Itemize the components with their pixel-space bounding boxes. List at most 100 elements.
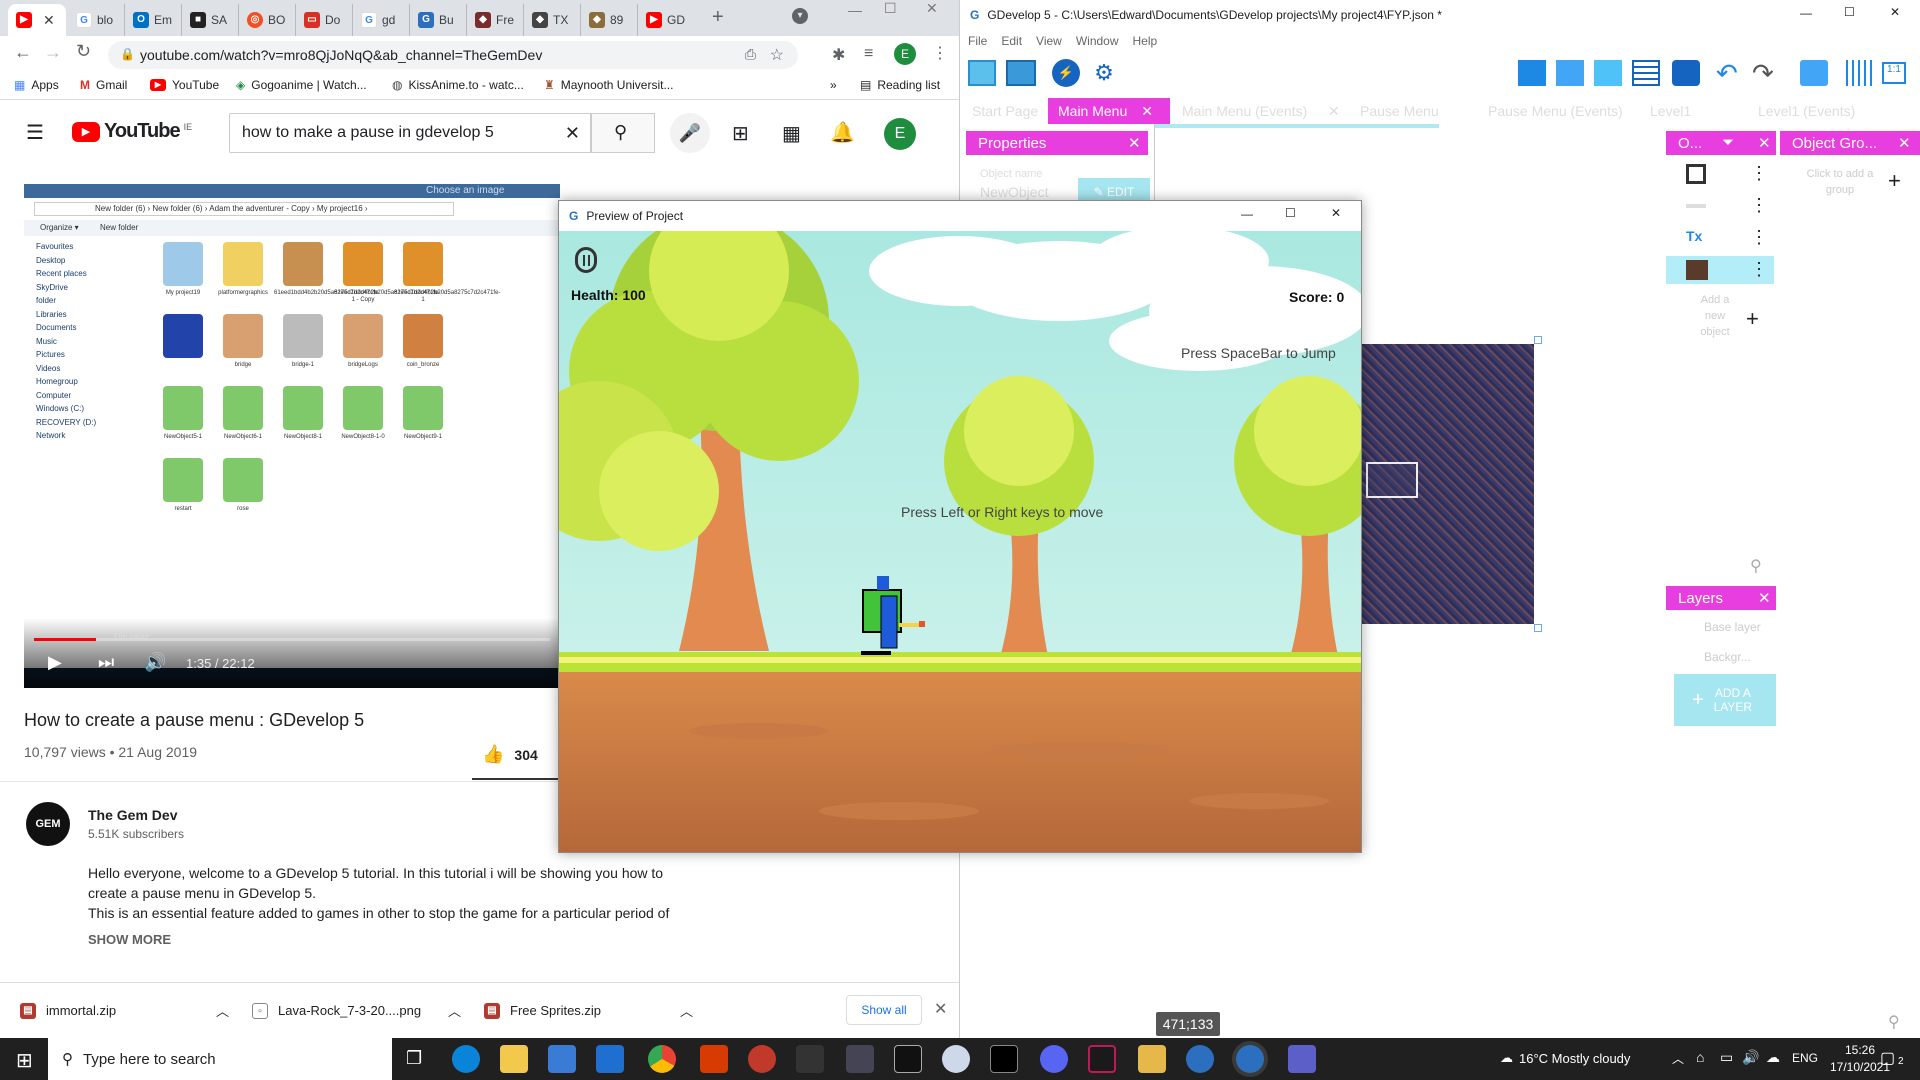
volume-icon[interactable]: 🔊 xyxy=(144,652,166,673)
search-icon[interactable]: ⚲ xyxy=(1888,1012,1900,1032)
add-group-icon[interactable]: + xyxy=(1888,168,1901,194)
scene-icon[interactable] xyxy=(1006,60,1036,86)
close-window-icon[interactable]: ✕ xyxy=(1890,5,1900,19)
click-to-add-group[interactable]: Click to add a group xyxy=(1796,166,1884,198)
preview-icon[interactable]: ⚡ xyxy=(1052,59,1080,87)
office-icon[interactable] xyxy=(700,1045,728,1073)
search-button[interactable]: ⚲ xyxy=(591,113,655,153)
layers-panel-icon[interactable] xyxy=(1672,60,1700,86)
minimize-icon[interactable]: — xyxy=(1241,207,1253,221)
extensions-icon[interactable]: ✱ xyxy=(832,45,845,65)
download-item-1[interactable]: ▤ immortal.zip ︿ xyxy=(20,1001,229,1020)
app-icon[interactable] xyxy=(1088,1045,1116,1073)
close-panel-icon[interactable]: ✕ xyxy=(1898,134,1911,152)
teams-icon[interactable] xyxy=(1288,1045,1316,1073)
more-bookmarks[interactable]: » xyxy=(830,78,837,92)
network-icon[interactable]: ⌂ xyxy=(1696,1049,1704,1065)
taskbar-search[interactable]: ⚲ Type here to search xyxy=(48,1038,392,1080)
create-video-icon[interactable]: ⊞ xyxy=(732,121,749,146)
discord-icon[interactable] xyxy=(1040,1045,1068,1073)
grid-icon[interactable] xyxy=(1846,60,1872,86)
hamburger-icon[interactable]: ☰ xyxy=(26,120,44,145)
apps-icon[interactable]: ▦ xyxy=(782,121,801,146)
download-item-3[interactable]: ▤ Free Sprites.zip ︿ xyxy=(484,1001,693,1020)
mic-icon[interactable]: 🎤 xyxy=(670,113,710,153)
task-view-icon[interactable]: ❐ xyxy=(406,1048,422,1069)
object-menu-icon[interactable]: ⋮ xyxy=(1750,195,1768,216)
download-item-2[interactable]: ▫ Lava-Rock_7-3-20....png ︿ xyxy=(252,1001,461,1020)
weather-widget[interactable]: ☁ 16°C Mostly cloudy xyxy=(1500,1050,1630,1066)
clear-search-icon[interactable]: ✕ xyxy=(565,123,580,144)
search-icon[interactable]: ⚲ xyxy=(1750,556,1762,576)
game-canvas[interactable]: Health: 100 Score: 0 Press SpaceBar to J… xyxy=(559,231,1361,852)
chrome-icon[interactable] xyxy=(648,1045,676,1073)
chevron-up-icon[interactable]: ︿ xyxy=(448,1001,461,1020)
layer-item[interactable]: Backgr... xyxy=(1704,650,1751,664)
bookmark-youtube[interactable]: ▶ YouTube xyxy=(150,78,219,92)
tab-9[interactable]: ◆ TX xyxy=(524,4,581,36)
bookmark-gmail[interactable]: M Gmail xyxy=(80,78,127,92)
close-window-icon[interactable]: ✕ xyxy=(926,0,938,17)
project-manager-icon[interactable] xyxy=(968,60,996,86)
object-menu-icon[interactable]: ⋮ xyxy=(1750,259,1768,280)
reading-list[interactable]: ▤ Reading list xyxy=(860,78,940,92)
delete-selection-icon[interactable] xyxy=(1800,60,1828,86)
tab-level1[interactable]: Level1 xyxy=(1650,103,1691,119)
youtube-search-input[interactable]: how to make a pause in gdevelop 5 ✕ xyxy=(229,113,591,153)
close-tab-icon[interactable]: ✕ xyxy=(1141,103,1153,120)
object-thumbnail[interactable] xyxy=(1686,204,1706,208)
object-thumbnail[interactable] xyxy=(1686,164,1706,184)
chevron-up-icon[interactable]: ︿ xyxy=(680,1001,693,1020)
show-all-button[interactable]: Show all xyxy=(846,995,922,1025)
tab-5[interactable]: ▭ Do xyxy=(296,4,353,36)
add-object-icon[interactable]: + xyxy=(1746,306,1759,332)
file-explorer-icon[interactable] xyxy=(500,1045,528,1073)
menu-edit[interactable]: Edit xyxy=(1001,34,1022,48)
resize-handle[interactable] xyxy=(1534,624,1542,632)
tab-10[interactable]: ◆ 89 xyxy=(581,4,638,36)
bell-icon[interactable]: 🔔 xyxy=(830,120,855,145)
app-icon[interactable] xyxy=(942,1045,970,1073)
notification-icon[interactable]: ▢ xyxy=(1880,1048,1895,1068)
chevron-up-icon[interactable]: ︿ xyxy=(1672,1050,1684,1067)
menu-icon[interactable]: ⋮ xyxy=(932,43,948,63)
menu-file[interactable]: File xyxy=(968,34,987,48)
object-menu-icon[interactable]: ⋮ xyxy=(1750,227,1768,248)
mail-icon[interactable] xyxy=(596,1045,624,1073)
tab-8[interactable]: ◆ Fre xyxy=(467,4,524,36)
scene-button-object[interactable] xyxy=(1366,462,1418,498)
minimize-icon[interactable]: — xyxy=(1800,6,1812,20)
language-indicator[interactable]: ENG xyxy=(1792,1051,1818,1065)
close-panel-icon[interactable]: ✕ xyxy=(1758,134,1771,152)
maximize-icon[interactable]: ☐ xyxy=(1844,5,1855,19)
bookmark-maynooth[interactable]: ♜ Maynooth Universit... xyxy=(544,78,673,92)
next-icon[interactable]: ⏭ xyxy=(98,652,114,673)
chevron-up-icon[interactable]: ︿ xyxy=(216,1001,229,1020)
app-icon[interactable] xyxy=(748,1045,776,1073)
add-new-object[interactable]: Add a new object xyxy=(1690,292,1740,340)
tab-2[interactable]: O Em xyxy=(125,4,182,36)
progress-bar[interactable] xyxy=(34,638,550,641)
install-icon[interactable]: ⎙ xyxy=(745,46,756,63)
object-row-selected[interactable]: ⋮ xyxy=(1666,256,1774,284)
like-button[interactable]: 👍 304 xyxy=(482,744,538,765)
instances-list-icon[interactable] xyxy=(1632,60,1660,86)
debugger-icon[interactable]: ⚙ xyxy=(1090,60,1118,86)
tab-main-menu-events[interactable]: Main Menu (Events) xyxy=(1182,103,1307,119)
menu-window[interactable]: Window xyxy=(1076,34,1119,48)
text-object-icon[interactable]: Tx xyxy=(1686,228,1708,246)
resize-handle[interactable] xyxy=(1534,336,1542,344)
forward-icon[interactable]: → xyxy=(44,42,62,63)
video-player[interactable]: Choose an image New folder (6) › New fol… xyxy=(24,184,560,688)
tab-3[interactable]: ■ SA xyxy=(182,4,239,36)
app-icon[interactable] xyxy=(846,1045,874,1073)
profile-avatar[interactable]: E xyxy=(894,43,916,65)
terminal-icon[interactable] xyxy=(990,1045,1018,1073)
gdevelop-icon[interactable] xyxy=(1236,1045,1264,1073)
groups-panel-icon[interactable] xyxy=(1556,60,1584,86)
show-more-button[interactable]: SHOW MORE xyxy=(88,932,171,947)
youtube-avatar[interactable]: E xyxy=(884,118,916,150)
channel-avatar[interactable]: GEM xyxy=(26,802,70,846)
tab-start-page[interactable]: Start Page xyxy=(972,103,1038,119)
menu-help[interactable]: Help xyxy=(1133,34,1158,48)
